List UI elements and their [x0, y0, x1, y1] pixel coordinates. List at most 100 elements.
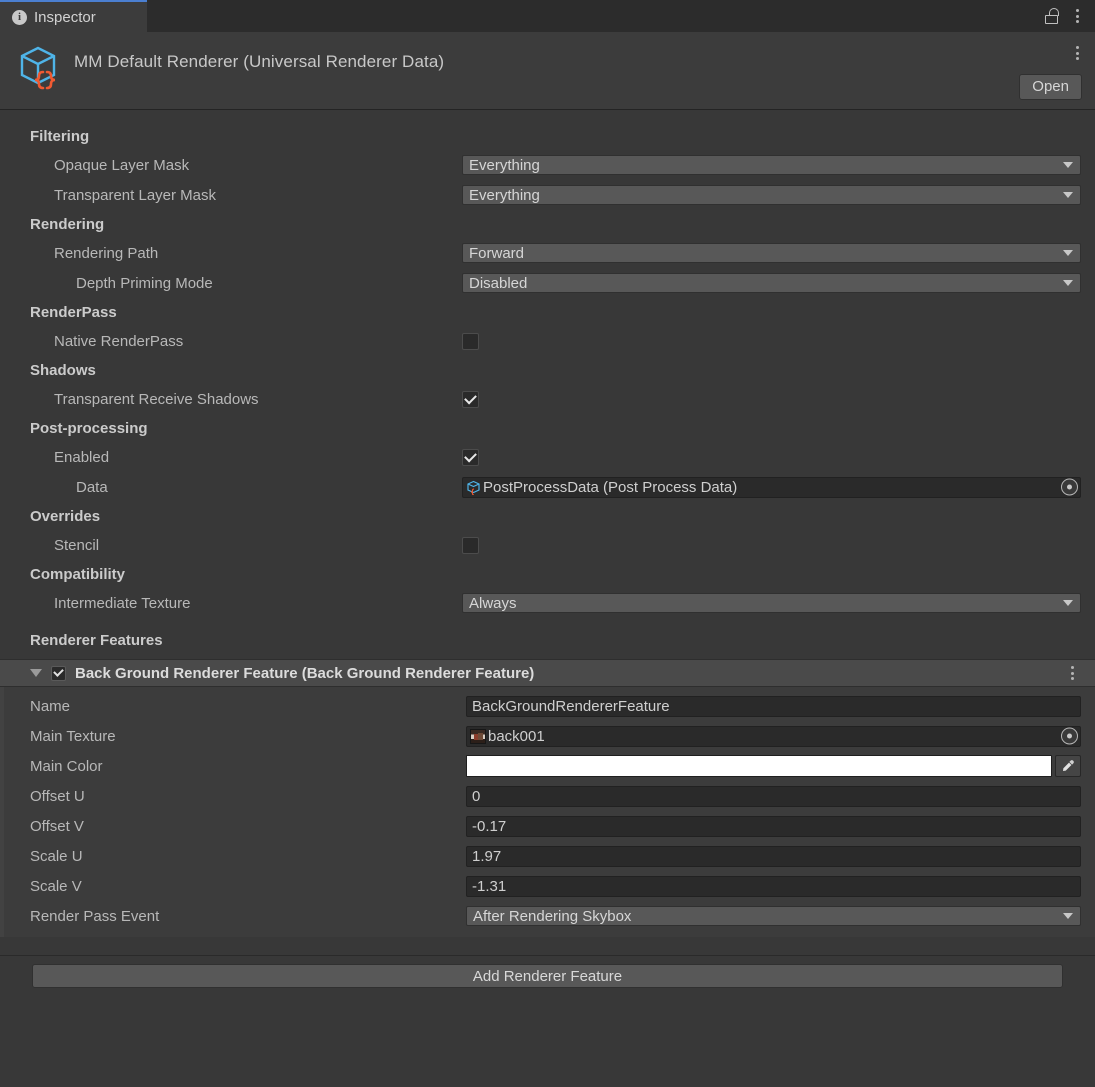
- field-transparent-receive-shadows: [462, 390, 1081, 408]
- row-offset-u: Offset U 0: [4, 781, 1095, 811]
- dropdown-value: Everything: [469, 156, 540, 174]
- field-post-processing-data: PostProcessData (Post Process Data): [462, 476, 1081, 498]
- renderer-feature-menu-icon[interactable]: [1068, 663, 1077, 683]
- object-field-value: PostProcessData (Post Process Data): [483, 478, 738, 496]
- checkbox-post-processing-enabled[interactable]: [462, 448, 479, 466]
- label-feature-name: Name: [30, 697, 71, 715]
- object-menu-icon[interactable]: [1073, 43, 1082, 63]
- label-transparent-layer-mask: Transparent Layer Mask: [54, 186, 217, 204]
- field-native-renderpass: [462, 332, 1081, 350]
- row-scale-u: Scale U 1.97: [4, 841, 1095, 871]
- label-opaque-layer-mask: Opaque Layer Mask: [54, 156, 190, 174]
- dropdown-render-pass-event[interactable]: After Rendering Skybox: [466, 906, 1081, 926]
- tab-inspector-label: Inspector: [34, 8, 96, 26]
- chevron-down-icon: [1063, 162, 1073, 168]
- row-offset-v: Offset V -0.17: [4, 811, 1095, 841]
- field-main-color: [466, 755, 1081, 777]
- object-field-post-process-data[interactable]: PostProcessData (Post Process Data): [462, 476, 1081, 498]
- tab-inspector[interactable]: i Inspector: [0, 0, 147, 32]
- section-title-renderer-features: Renderer Features: [30, 632, 163, 649]
- row-transparent-layer-mask: Transparent Layer Mask Everything: [0, 180, 1095, 210]
- field-stencil: [462, 536, 1081, 554]
- chevron-down-icon: [1063, 280, 1073, 286]
- number-input-scale-v[interactable]: -1.31: [466, 875, 1081, 897]
- color-field-main-color[interactable]: [466, 755, 1081, 777]
- dropdown-transparent-layer-mask[interactable]: Everything: [462, 185, 1081, 205]
- field-scale-u: 1.97: [466, 845, 1081, 867]
- dropdown-rendering-path[interactable]: Forward: [462, 243, 1081, 263]
- row-post-processing-enabled: Enabled: [0, 442, 1095, 472]
- label-main-color: Main Color: [30, 757, 103, 775]
- section-title-post-processing: Post-processing: [30, 420, 148, 437]
- dropdown-value: Disabled: [469, 274, 528, 292]
- object-picker-icon[interactable]: [1061, 478, 1078, 496]
- window-tab-bar: i Inspector: [0, 0, 1095, 32]
- renderer-feature-header[interactable]: Back Ground Renderer Feature (Back Groun…: [0, 659, 1095, 687]
- label-stencil: Stencil: [54, 536, 100, 554]
- row-main-color: Main Color: [4, 751, 1095, 781]
- texture-thumbnail-icon: [470, 728, 486, 744]
- field-intermediate-texture: Always: [462, 593, 1081, 613]
- page-title: MM Default Renderer (Universal Renderer …: [74, 52, 445, 71]
- section-title-shadows: Shadows: [30, 362, 96, 379]
- object-field-value: back001: [488, 727, 545, 745]
- dropdown-value: Forward: [469, 244, 525, 262]
- label-post-processing-data: Data: [76, 478, 108, 496]
- foldout-expanded-icon[interactable]: [30, 669, 42, 677]
- label-offset-v: Offset V: [30, 817, 84, 835]
- label-main-texture: Main Texture: [30, 727, 116, 745]
- label-intermediate-texture: Intermediate Texture: [54, 594, 191, 612]
- add-renderer-feature-button[interactable]: Add Renderer Feature: [32, 964, 1063, 988]
- dropdown-opaque-layer-mask[interactable]: Everything: [462, 155, 1081, 175]
- label-offset-u: Offset U: [30, 787, 85, 805]
- field-transparent-layer-mask: Everything: [462, 185, 1081, 205]
- scriptable-object-icon: [466, 480, 481, 495]
- row-scale-v: Scale V -1.31: [4, 871, 1095, 901]
- row-main-texture: Main Texture back001: [4, 721, 1095, 751]
- row-stencil: Stencil: [0, 530, 1095, 560]
- inspector-body: Filtering Opaque Layer Mask Everything T…: [0, 110, 1095, 988]
- object-field-main-texture[interactable]: back001: [466, 725, 1081, 747]
- row-native-renderpass: Native RenderPass: [0, 326, 1095, 356]
- dropdown-value: After Rendering Skybox: [473, 907, 632, 925]
- dropdown-intermediate-texture[interactable]: Always: [462, 593, 1081, 613]
- eyedropper-icon[interactable]: [1055, 755, 1081, 777]
- number-input-offset-v[interactable]: -0.17: [466, 815, 1081, 837]
- section-title-compatibility: Compatibility: [30, 566, 126, 583]
- row-opaque-layer-mask: Opaque Layer Mask Everything: [0, 150, 1095, 180]
- field-main-texture: back001: [466, 725, 1081, 747]
- dropdown-depth-priming-mode[interactable]: Disabled: [462, 273, 1081, 293]
- section-title-renderpass: RenderPass: [30, 304, 117, 321]
- row-intermediate-texture: Intermediate Texture Always: [0, 588, 1095, 618]
- open-button[interactable]: Open: [1019, 74, 1082, 100]
- field-feature-name: BackGroundRendererFeature: [466, 695, 1081, 717]
- number-input-scale-u[interactable]: 1.97: [466, 845, 1081, 867]
- checkbox-native-renderpass[interactable]: [462, 332, 479, 350]
- checkbox-stencil[interactable]: [462, 536, 479, 554]
- field-post-processing-enabled: [462, 448, 1081, 466]
- section-title-filtering: Filtering: [30, 128, 90, 145]
- number-input-offset-u[interactable]: 0: [466, 785, 1081, 807]
- field-opaque-layer-mask: Everything: [462, 155, 1081, 175]
- label-rendering-path: Rendering Path: [54, 244, 159, 262]
- checkbox-transparent-receive-shadows[interactable]: [462, 390, 479, 408]
- field-depth-priming-mode: Disabled: [462, 273, 1081, 293]
- label-post-processing-enabled: Enabled: [54, 448, 110, 466]
- row-feature-name: Name BackGroundRendererFeature: [4, 691, 1095, 721]
- lock-icon[interactable]: [1045, 8, 1059, 24]
- tab-bar-actions: [1045, 0, 1095, 32]
- window-menu-icon[interactable]: [1073, 6, 1082, 26]
- text-input-feature-name[interactable]: BackGroundRendererFeature: [466, 695, 1081, 717]
- object-header: MM Default Renderer (Universal Renderer …: [0, 32, 1095, 110]
- color-swatch[interactable]: [466, 755, 1052, 777]
- scriptable-object-icon: [16, 44, 60, 90]
- object-picker-icon[interactable]: [1061, 727, 1078, 745]
- label-depth-priming-mode: Depth Priming Mode: [76, 274, 213, 292]
- label-transparent-receive-shadows: Transparent Receive Shadows: [54, 390, 259, 408]
- field-offset-u: 0: [466, 785, 1081, 807]
- info-icon: i: [12, 9, 27, 25]
- label-native-renderpass: Native RenderPass: [54, 332, 184, 350]
- field-render-pass-event: After Rendering Skybox: [466, 906, 1081, 926]
- add-button-wrap: Add Renderer Feature: [0, 956, 1095, 988]
- checkbox-renderer-feature-enabled[interactable]: [51, 665, 66, 681]
